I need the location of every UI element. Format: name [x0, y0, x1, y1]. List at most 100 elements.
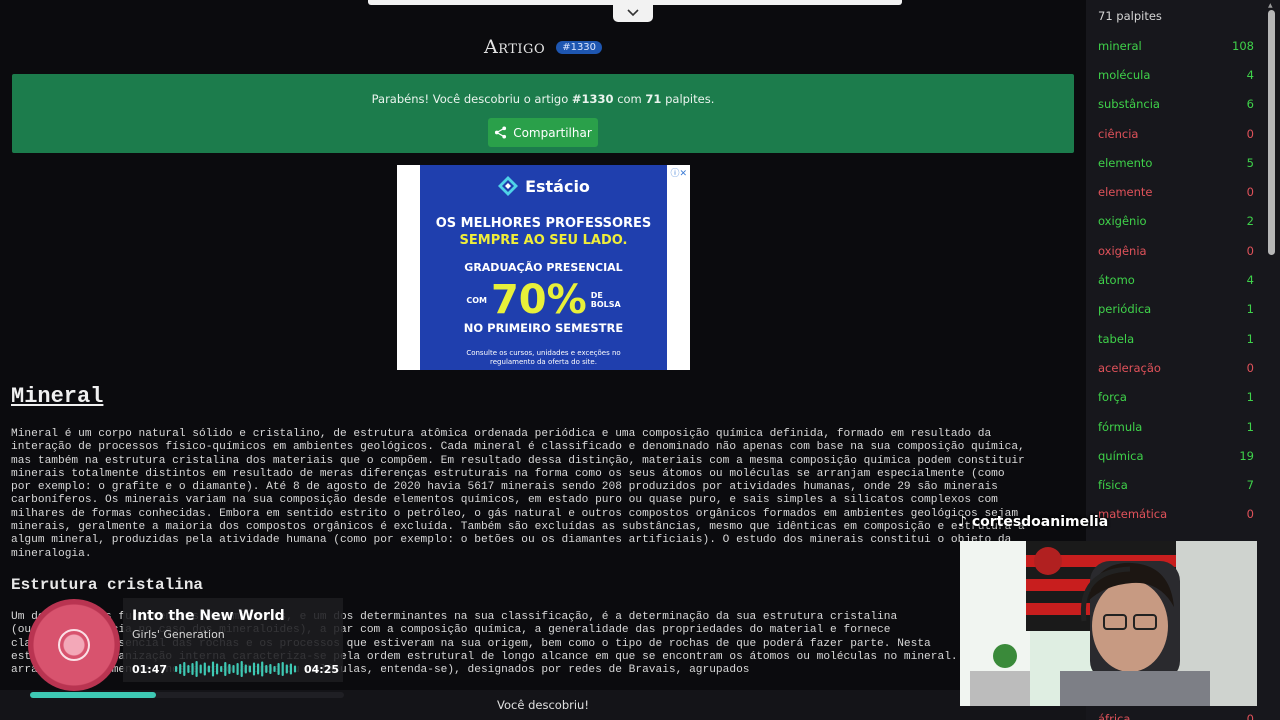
success-message-text: com: [613, 92, 646, 106]
guess-word: oxigênio: [1098, 214, 1147, 229]
stream-channel-label: ♪ cortesdoanimelia: [958, 514, 1108, 530]
waveform-bar: [175, 666, 178, 672]
guess-count: 1: [1246, 419, 1254, 434]
guess-item[interactable]: áfrica 0: [1086, 705, 1267, 720]
waveform-bar: [220, 666, 223, 672]
article-title: Mineral: [11, 384, 104, 409]
guess-word: elemente: [1098, 185, 1153, 200]
album-art: [28, 599, 120, 691]
guess-item[interactable]: tabela 1: [1086, 324, 1267, 353]
success-article-number: #1330: [571, 92, 614, 106]
guess-count-header: 71 palpites: [1098, 9, 1162, 23]
success-guess-count: 71: [645, 92, 662, 106]
guess-count: 19: [1239, 448, 1254, 463]
guess-count: 0: [1246, 507, 1254, 522]
guess-word: aceleração: [1098, 360, 1161, 375]
success-message-text: Parabéns! Você descobriu o artigo: [371, 92, 572, 106]
waveform-bar: [285, 664, 288, 674]
guess-item[interactable]: força 1: [1086, 383, 1267, 412]
guess-count: 6: [1246, 97, 1254, 112]
guess-count: 1: [1246, 390, 1254, 405]
music-note-icon: ♪: [958, 514, 972, 530]
guess-item[interactable]: oxigênio 2: [1086, 207, 1267, 236]
stream-channel-name: cortesdoanimelia: [971, 514, 1109, 530]
guess-word: fórmula: [1098, 419, 1143, 434]
guess-count: 4: [1246, 67, 1254, 82]
ad-semester: NO PRIMEIRO SEMESTRE: [463, 321, 624, 335]
guess-count: 1: [1246, 302, 1254, 317]
track-progress-bar[interactable]: [30, 692, 344, 698]
waveform-bar: [224, 662, 227, 676]
waveform-bar: [293, 665, 297, 673]
page-title: Artigo #1330: [0, 36, 1086, 58]
guess-word: oxigênia: [1098, 243, 1147, 258]
ad-offer: COM 70% DE BOLSA: [420, 277, 667, 323]
waveform-bar: [211, 661, 215, 677]
guess-item[interactable]: substância 6: [1086, 90, 1267, 119]
waveform-bar: [232, 665, 235, 673]
guess-item[interactable]: átomo 4: [1086, 265, 1267, 294]
guess-item[interactable]: molécula 4: [1086, 60, 1267, 89]
waveform-bar: [273, 666, 276, 672]
waveform-bar: [257, 663, 260, 675]
guess-item[interactable]: física 7: [1086, 470, 1267, 499]
guess-count: 0: [1246, 360, 1254, 375]
guess-word: química: [1098, 448, 1144, 463]
guess-count: 108: [1232, 38, 1254, 53]
share-button-label: Compartilhar: [513, 125, 592, 140]
share-button[interactable]: Compartilhar: [488, 118, 598, 147]
guess-count: 0: [1246, 126, 1254, 141]
scroll-up-icon[interactable]: ▲: [1268, 2, 1273, 9]
advertisement[interactable]: Estácio ⓘ✕ OS MELHORES PROFESSORES SEMPR…: [397, 165, 690, 370]
status-footer-text: Você descobriu!: [497, 698, 589, 712]
guess-word: periódica: [1098, 302, 1152, 317]
success-message: Parabéns! Você descobriu o artigo #1330 …: [12, 92, 1074, 106]
guess-item[interactable]: periódica 1: [1086, 295, 1267, 324]
guess-word: matemática: [1098, 507, 1168, 522]
waveform-bar: [277, 663, 280, 675]
waveform-bar: [265, 665, 268, 673]
page-title-text: Artigo: [483, 36, 546, 58]
waveform-bar: [183, 662, 186, 676]
ad-fine-print: Consulte os cursos, unidades e exceções …: [466, 349, 621, 366]
guess-word: tabela: [1098, 331, 1135, 346]
ad-offer-percent: 70%: [490, 277, 587, 323]
ad-offer-prefix: COM: [466, 295, 487, 305]
sidebar-scrollbar[interactable]: [1268, 10, 1275, 255]
guess-count: 5: [1246, 155, 1254, 170]
guess-item[interactable]: matemática 0: [1086, 500, 1267, 529]
guess-item[interactable]: ciência 0: [1086, 119, 1267, 148]
ad-brand-logo: Estácio: [420, 175, 667, 197]
guess-count: 4: [1246, 273, 1254, 288]
guess-item[interactable]: fórmula 1: [1086, 412, 1267, 441]
ad-headline: OS MELHORES PROFESSORES SEMPRE AO SEU LA…: [420, 215, 667, 249]
ad-headline-line: OS MELHORES PROFESSORES: [435, 216, 652, 231]
section-title: Estrutura cristalina: [11, 576, 204, 594]
guess-item[interactable]: elemente 0: [1086, 177, 1267, 206]
success-message-text: palpites.: [661, 92, 715, 106]
ad-offer-suffix-line: DE: [590, 291, 603, 300]
collapse-button[interactable]: [613, 3, 653, 22]
ad-subline: GRADUAÇÃO PRESENCIAL: [464, 261, 623, 274]
guess-word: elemento: [1098, 155, 1153, 170]
waveform-bar: [179, 664, 182, 674]
track-current-time: 01:47: [132, 663, 168, 676]
guess-count: 0: [1246, 712, 1254, 720]
guess-item[interactable]: química 19: [1086, 441, 1267, 470]
ad-info-icon[interactable]: ⓘ✕: [670, 166, 687, 179]
guess-item[interactable]: elemento 5: [1086, 148, 1267, 177]
guess-item[interactable]: oxigênia 0: [1086, 236, 1267, 265]
waveform-bar: [207, 665, 210, 673]
guess-item[interactable]: mineral 108: [1086, 31, 1267, 60]
chevron-down-icon: [627, 8, 639, 16]
waveform-bar: [187, 665, 190, 673]
ad-headline-line: SEMPRE AO SEU LADO.: [459, 233, 628, 248]
article-body: Mineral é um corpo natural sólido e cris…: [11, 428, 1025, 560]
waveform-bar: [261, 661, 264, 677]
waveform-bar: [240, 661, 243, 677]
waveform-bar: [228, 664, 231, 674]
guess-item[interactable]: aceleração 0: [1086, 353, 1267, 382]
webcam-overlay: [960, 541, 1257, 706]
waveform-bar: [244, 664, 247, 674]
ad-panel[interactable]: Estácio ⓘ✕ OS MELHORES PROFESSORES SEMPR…: [420, 165, 687, 370]
